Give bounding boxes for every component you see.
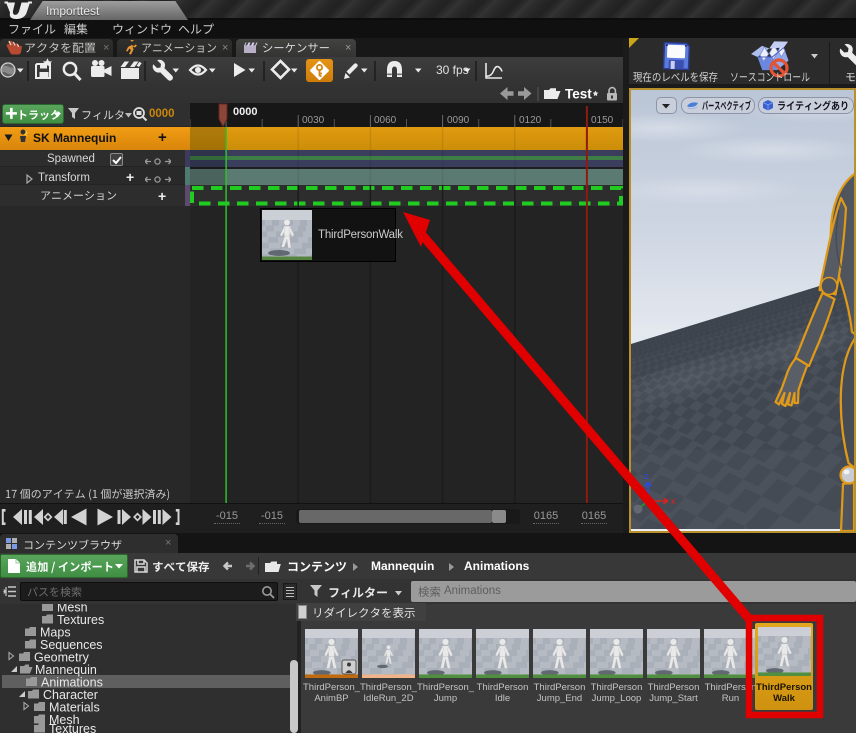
- svg-text:Textures: Textures: [49, 722, 96, 733]
- svg-text:0030: 0030: [302, 115, 325, 126]
- svg-text:z: z: [644, 471, 649, 481]
- svg-text:30 fps: 30 fps: [436, 63, 469, 77]
- svg-text:0120: 0120: [519, 115, 542, 126]
- svg-text:0150: 0150: [591, 115, 614, 126]
- svg-text:0060: 0060: [374, 115, 397, 126]
- svg-text:0090: 0090: [447, 115, 470, 126]
- svg-text:x: x: [671, 496, 676, 506]
- svg-text:0000: 0000: [233, 106, 257, 118]
- svg-text:Test: Test: [565, 87, 592, 102]
